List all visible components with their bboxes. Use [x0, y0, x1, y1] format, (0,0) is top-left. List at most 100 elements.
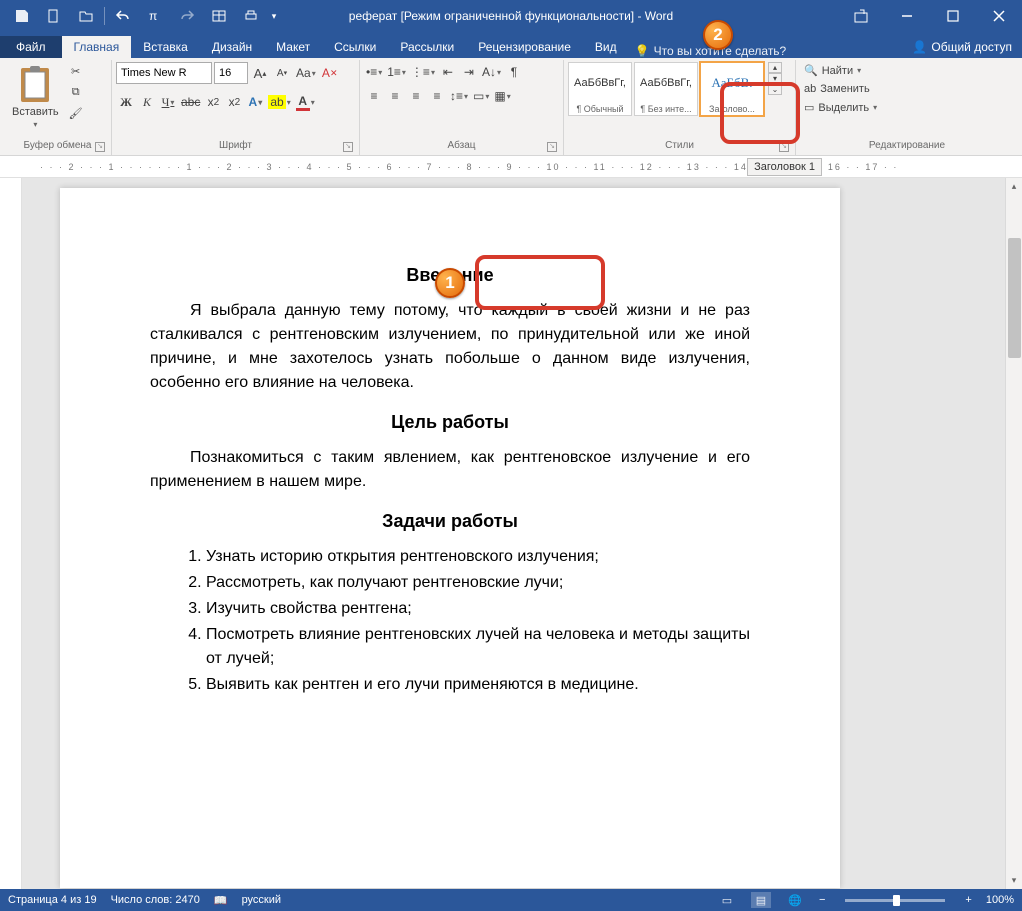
superscript-button[interactable]: x2: [224, 92, 244, 112]
list-item[interactable]: Рассмотреть, как получают рентгеновские …: [206, 571, 750, 595]
share-button[interactable]: 👤 Общий доступ: [902, 36, 1022, 58]
sort-icon[interactable]: A↓: [480, 62, 503, 82]
clear-format-icon[interactable]: A✕: [320, 63, 340, 83]
tab-references[interactable]: Ссылки: [322, 36, 388, 58]
tab-design[interactable]: Дизайн: [200, 36, 264, 58]
list-item[interactable]: Выявить как рентген и его лучи применяют…: [206, 673, 750, 697]
paste-label: Вставить: [12, 106, 59, 118]
paragraph-1[interactable]: Я выбрала данную тему потому, что каждый…: [150, 299, 750, 395]
tab-review[interactable]: Рецензирование: [466, 36, 583, 58]
italic-button[interactable]: К: [137, 92, 157, 112]
bullets-icon[interactable]: •≡: [364, 62, 384, 82]
web-layout-icon[interactable]: 🌐: [785, 892, 805, 908]
increase-indent-icon[interactable]: ⇥: [459, 62, 479, 82]
list-item[interactable]: Узнать историю открытия рентгеновского и…: [206, 545, 750, 569]
subscript-button[interactable]: x2: [203, 92, 223, 112]
group-paragraph-label: Абзац: [447, 140, 475, 151]
font-size-combo[interactable]: [214, 62, 248, 84]
scroll-down-icon[interactable]: ▾: [1006, 872, 1022, 889]
horizontal-ruler[interactable]: · · · 2 · · · 1 · · · · · · · 1 · · · 2 …: [0, 156, 1022, 178]
save-icon[interactable]: [6, 0, 38, 32]
text-effects-icon[interactable]: A: [245, 92, 265, 112]
paragraph-launcher[interactable]: ↘: [547, 142, 557, 152]
new-doc-icon[interactable]: [38, 0, 70, 32]
paste-button[interactable]: Вставить ▾: [8, 62, 63, 133]
language-indicator[interactable]: русский: [242, 894, 281, 906]
font-name-combo[interactable]: [116, 62, 212, 84]
styles-launcher[interactable]: ↘: [779, 142, 789, 152]
tab-view[interactable]: Вид: [583, 36, 629, 58]
style-gallery-spinner[interactable]: ▴▾⌄: [768, 62, 782, 95]
align-center-icon[interactable]: ≡: [385, 86, 405, 106]
minimize-icon[interactable]: [884, 0, 930, 32]
document-page[interactable]: Введение Я выбрала данную тему потому, ч…: [60, 188, 840, 888]
multilevel-icon[interactable]: ⋮≡: [409, 62, 437, 82]
tab-layout[interactable]: Макет: [264, 36, 322, 58]
justify-icon[interactable]: ≡: [427, 86, 447, 106]
qat-customize-icon[interactable]: ▾: [267, 0, 281, 32]
list-item[interactable]: Изучить свойства рентгена;: [206, 597, 750, 621]
vertical-ruler[interactable]: [0, 178, 22, 889]
style-nospacing[interactable]: АаБбВвГг,¶ Без инте...: [634, 62, 698, 116]
underline-button[interactable]: Ч: [158, 92, 178, 112]
heading-intro[interactable]: Введение: [150, 262, 750, 289]
zoom-out-icon[interactable]: −: [819, 894, 825, 906]
undo-icon[interactable]: [107, 0, 139, 32]
copy-icon[interactable]: ⧉: [67, 83, 85, 101]
zoom-level[interactable]: 100%: [986, 894, 1014, 906]
scrollbar-thumb[interactable]: [1008, 238, 1021, 358]
page-indicator[interactable]: Страница 4 из 19: [8, 894, 97, 906]
task-list[interactable]: Узнать историю открытия рентгеновского и…: [206, 545, 750, 697]
borders-icon[interactable]: ▦: [492, 86, 512, 106]
heading-goal[interactable]: Цель работы: [150, 409, 750, 436]
strike-button[interactable]: abc: [179, 92, 202, 112]
cut-icon[interactable]: ✂: [67, 62, 85, 80]
clipboard-launcher[interactable]: ↘: [95, 142, 105, 152]
tab-file[interactable]: Файл: [0, 36, 62, 58]
print-layout-icon[interactable]: ▤: [751, 892, 771, 908]
grow-font-icon[interactable]: A▴: [250, 63, 270, 83]
equation-icon[interactable]: π: [139, 0, 171, 32]
table-icon[interactable]: [203, 0, 235, 32]
quick-print-icon[interactable]: [235, 0, 267, 32]
heading-tasks[interactable]: Задачи работы: [150, 508, 750, 535]
style-heading1[interactable]: АаБбВ.Заголово...: [700, 62, 764, 116]
ribbon-options-icon[interactable]: [838, 0, 884, 32]
shrink-font-icon[interactable]: A▾: [272, 63, 292, 83]
style-normal[interactable]: АаБбВвГг,¶ Обычный: [568, 62, 632, 116]
font-color-icon[interactable]: A: [294, 92, 317, 112]
find-button[interactable]: 🔍Найти▾: [800, 62, 881, 79]
align-right-icon[interactable]: ≡: [406, 86, 426, 106]
word-count[interactable]: Число слов: 2470: [111, 894, 200, 906]
zoom-in-icon[interactable]: +: [965, 894, 971, 906]
vertical-scrollbar[interactable]: ▴ ▾: [1005, 178, 1022, 889]
font-launcher[interactable]: ↘: [343, 142, 353, 152]
select-button[interactable]: ▭Выделить▾: [800, 99, 881, 116]
replace-button[interactable]: abЗаменить: [800, 81, 881, 97]
proofing-icon[interactable]: 📖: [214, 894, 228, 907]
scroll-up-icon[interactable]: ▴: [1006, 178, 1022, 195]
close-icon[interactable]: [976, 0, 1022, 32]
align-left-icon[interactable]: ≡: [364, 86, 384, 106]
line-spacing-icon[interactable]: ↕≡: [448, 86, 470, 106]
tab-insert[interactable]: Вставка: [131, 36, 200, 58]
numbering-icon[interactable]: 1≡: [385, 62, 408, 82]
show-marks-icon[interactable]: ¶: [504, 62, 524, 82]
format-painter-icon[interactable]: 🖌: [67, 104, 85, 122]
tell-me[interactable]: 💡 Что вы хотите сделать?: [635, 44, 787, 58]
shading-icon[interactable]: ▭: [471, 86, 491, 106]
list-item[interactable]: Посмотреть влияние рентгеновских лучей н…: [206, 623, 750, 671]
maximize-icon[interactable]: [930, 0, 976, 32]
tab-mailings[interactable]: Рассылки: [388, 36, 466, 58]
paragraph-2[interactable]: Познакомиться с таким явлением, как рент…: [150, 446, 750, 494]
tab-home[interactable]: Главная: [62, 36, 132, 58]
zoom-slider[interactable]: [845, 899, 945, 902]
read-mode-icon[interactable]: ▭: [717, 892, 737, 908]
change-case-icon[interactable]: Aa: [294, 63, 318, 83]
status-bar: Страница 4 из 19 Число слов: 2470 📖 русс…: [0, 889, 1022, 911]
decrease-indent-icon[interactable]: ⇤: [438, 62, 458, 82]
redo-icon[interactable]: [171, 0, 203, 32]
open-icon[interactable]: [70, 0, 102, 32]
highlight-icon[interactable]: ab: [266, 92, 292, 112]
bold-button[interactable]: Ж: [116, 92, 136, 112]
